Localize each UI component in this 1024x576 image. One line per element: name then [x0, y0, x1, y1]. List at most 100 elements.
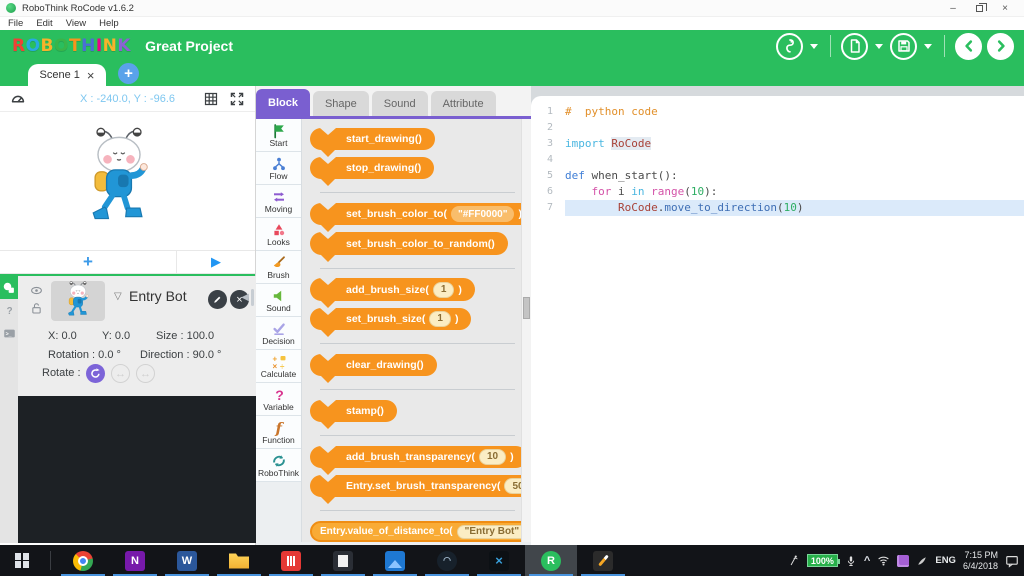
category-sound[interactable]: Sound	[256, 284, 301, 317]
action-center-icon[interactable]	[1005, 554, 1019, 568]
taskbar-app-photos[interactable]	[369, 545, 421, 576]
code-block[interactable]: set_brush_size(1)	[310, 308, 471, 330]
code-block[interactable]: add_brush_size(1)	[310, 278, 475, 300]
minimize-button[interactable]: –	[940, 1, 966, 16]
scene-tab-close-icon[interactable]: ×	[87, 69, 95, 82]
new-project-dropdown-icon[interactable]	[875, 44, 883, 49]
sprite-name-dropdown-icon[interactable]: ▽	[114, 291, 122, 302]
tab-scene-1[interactable]: Scene 1 ×	[28, 64, 106, 86]
sprite-name[interactable]: Entry Bot	[129, 288, 187, 304]
block-arg[interactable]: 1	[433, 282, 455, 298]
category-flow[interactable]: Flow	[256, 152, 301, 185]
code-block[interactable]: stamp()	[310, 400, 397, 422]
palette-scrollbar[interactable]	[521, 119, 531, 542]
category-moving[interactable]: Moving	[256, 185, 301, 218]
category-decision[interactable]: Decision	[256, 317, 301, 350]
fullscreen-icon[interactable]	[229, 91, 245, 107]
play-button[interactable]: ▶	[177, 251, 255, 273]
palette-tab-shape[interactable]: Shape	[313, 91, 369, 116]
palette-tab-attribute[interactable]: Attribute	[431, 91, 496, 116]
taskbar-app-blue-x[interactable]: ×	[473, 545, 525, 576]
taskbar-app-word[interactable]: W	[161, 545, 213, 576]
code-block[interactable]: Entry.set_brush_transparency(50)	[310, 475, 521, 497]
menu-view[interactable]: View	[66, 18, 86, 29]
taskbar-app-red-grid[interactable]	[265, 545, 317, 576]
taskbar-app-rocode[interactable]: R	[525, 545, 577, 576]
battery-indicator[interactable]: 100%	[807, 554, 838, 567]
add-object-button[interactable]: +	[0, 251, 177, 273]
visibility-eye-icon[interactable]	[30, 284, 43, 297]
unlock-icon[interactable]	[30, 302, 43, 315]
code-block[interactable]: add_brush_transparency(10)	[310, 446, 521, 468]
grid-icon[interactable]	[203, 91, 219, 107]
code-block[interactable]: start_drawing()	[310, 128, 435, 150]
collapse-panel-handle[interactable]: ◀	[241, 289, 254, 306]
system-tray: 100% ^ ENG 7:15 PM 6/4/2018	[787, 545, 1024, 576]
category-robothink[interactable]: RoboThink	[256, 449, 301, 482]
python-mode-button[interactable]	[776, 33, 803, 60]
question-icon: ?	[3, 304, 16, 317]
taskbar-app-explorer[interactable]	[213, 545, 265, 576]
robothink-logo: ROBOTHINK	[12, 36, 131, 56]
category-calculate[interactable]: +×÷Calculate	[256, 350, 301, 383]
block-arg[interactable]: "Entry Bot"▼	[457, 525, 521, 539]
taskbar-app-notes[interactable]	[317, 545, 369, 576]
block-arg[interactable]: 1	[429, 311, 451, 327]
sprite-thumbnail[interactable]	[51, 281, 105, 321]
menu-edit[interactable]: Edit	[36, 18, 52, 29]
save-project-button[interactable]	[890, 33, 917, 60]
taskbar-app-paint[interactable]	[577, 545, 629, 576]
restore-button[interactable]	[966, 1, 992, 16]
new-project-button[interactable]	[841, 33, 868, 60]
category-function[interactable]: fFunction	[256, 416, 301, 449]
palette-tab-sound[interactable]: Sound	[372, 91, 428, 116]
help-button[interactable]: ?	[0, 299, 18, 322]
code-block[interactable]: set_brush_color_to("#FF0000")	[310, 203, 521, 225]
code-block[interactable]: clear_drawing()	[310, 354, 437, 376]
script-workspace[interactable]	[18, 396, 256, 543]
category-looks[interactable]: Looks	[256, 218, 301, 251]
code-block[interactable]: set_brush_color_to_random()	[310, 232, 508, 254]
app-header: ROBOTHINK Great Project	[0, 30, 1024, 62]
block-arg[interactable]: 50	[504, 478, 521, 494]
shapes-icon	[2, 281, 16, 295]
reporter-block[interactable]: Entry.value_of_distance_to("Entry Bot"▼)	[310, 521, 521, 542]
microphone-icon[interactable]	[845, 555, 857, 567]
redo-button[interactable]	[987, 33, 1014, 60]
objects-tab-button[interactable]	[0, 276, 18, 299]
taskbar-app-circle-app[interactable]: ◠	[421, 545, 473, 576]
stage-sprite-entry-bot[interactable]	[76, 124, 162, 228]
menu-file[interactable]: File	[8, 18, 23, 29]
logo-letter: H	[81, 36, 96, 56]
save-project-dropdown-icon[interactable]	[924, 44, 932, 49]
taskbar-app-chrome[interactable]	[57, 545, 109, 576]
close-button[interactable]: ×	[992, 1, 1018, 16]
pen-tray-icon[interactable]	[916, 555, 928, 567]
category-start[interactable]: Start	[256, 119, 301, 152]
language-indicator[interactable]: ENG	[935, 555, 956, 566]
start-button[interactable]	[0, 545, 44, 576]
block-arg[interactable]: "#FF0000"	[451, 206, 515, 222]
scrollbar-thumb[interactable]	[523, 297, 530, 319]
python-code-editor[interactable]: 1# python code23import RoCode45def when_…	[531, 96, 1024, 545]
taskbar-app-onenote[interactable]: N	[109, 545, 161, 576]
code-block[interactable]: stop_drawing()	[310, 157, 434, 179]
signal-tray-icon[interactable]	[787, 554, 800, 567]
purple-tray-icon[interactable]	[897, 555, 909, 567]
edit-sprite-button[interactable]	[208, 290, 227, 309]
no-rotate-button[interactable]: ↔	[136, 364, 155, 383]
category-variable[interactable]: ?Variable	[256, 383, 301, 416]
flip-horizontal-button[interactable]: ↔	[111, 364, 130, 383]
clock[interactable]: 7:15 PM 6/4/2018	[963, 550, 998, 571]
block-arg[interactable]: 10	[479, 449, 506, 465]
undo-button[interactable]	[955, 33, 982, 60]
console-button[interactable]: >_	[0, 322, 18, 345]
hidden-icons-chevron[interactable]: ^	[864, 555, 870, 567]
wifi-icon[interactable]	[877, 554, 890, 567]
python-mode-dropdown-icon[interactable]	[810, 44, 818, 49]
rotate-mode-button[interactable]	[86, 364, 105, 383]
add-scene-button[interactable]: +	[118, 63, 139, 84]
palette-tab-block[interactable]: Block	[256, 89, 310, 116]
category-brush[interactable]: Brush	[256, 251, 301, 284]
menu-help[interactable]: Help	[99, 18, 119, 29]
